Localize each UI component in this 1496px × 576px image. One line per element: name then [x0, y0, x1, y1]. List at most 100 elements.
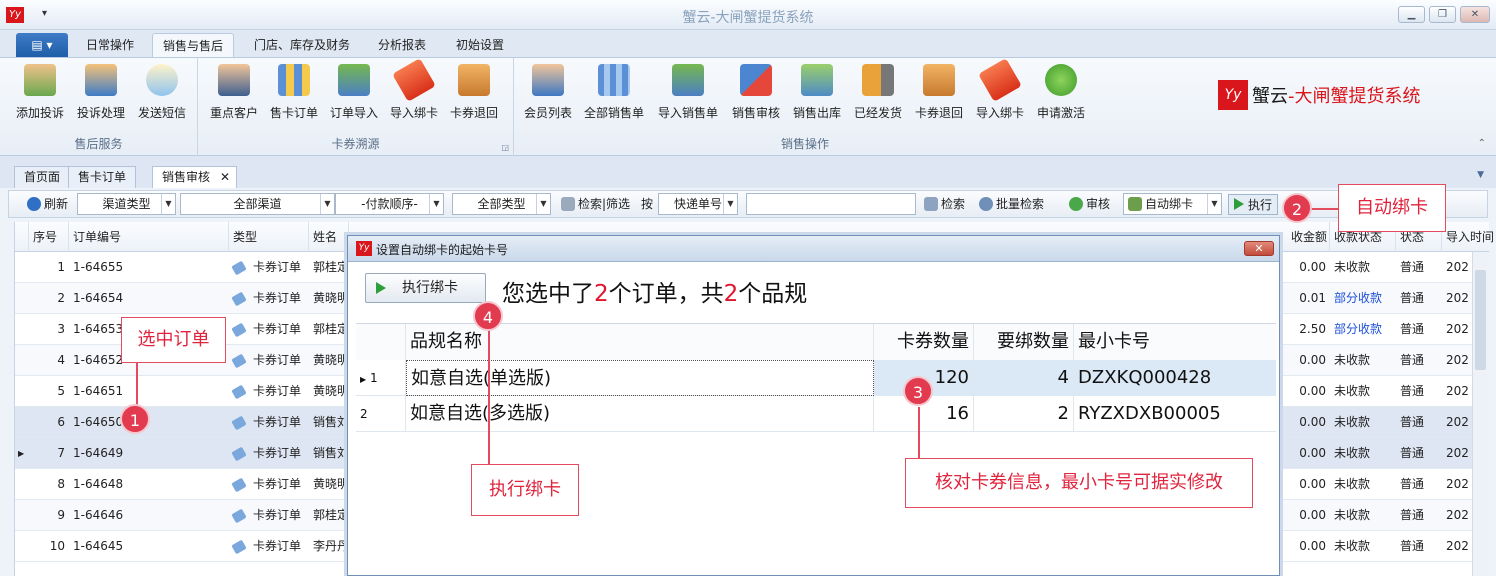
sales-outbound-button[interactable]: 销售出库: [787, 62, 847, 122]
toolbar: 刷新 渠道类型 ▼ 全部渠道 ▼ -付款顺序- ▼ 全部类型 ▼ 检索|筛选 按 快递单…: [8, 190, 1488, 218]
cell-bind-qty: 4: [974, 360, 1074, 396]
header-bind-qty[interactable]: 要绑数量: [974, 324, 1074, 360]
header-spec-name[interactable]: 品规名称: [406, 324, 874, 360]
header-seq[interactable]: 序号: [29, 222, 69, 252]
close-window-button[interactable]: ✕: [1460, 6, 1490, 23]
search-filter-button[interactable]: 检索|筛选: [561, 194, 630, 215]
collapse-ribbon-icon[interactable]: ⌃: [1478, 138, 1486, 149]
import-bind-card-button[interactable]: 导入绑卡: [384, 58, 444, 122]
play-icon: [376, 282, 386, 294]
tab-store-finance[interactable]: 门店、库存及财务: [244, 33, 360, 57]
search-input[interactable]: [746, 193, 916, 215]
cell-type: 卡券订单: [229, 531, 309, 562]
cell-status: 普通: [1400, 291, 1425, 305]
handle-complaint-button[interactable]: 投诉处理: [71, 62, 131, 122]
refresh-button[interactable]: 刷新: [27, 194, 68, 215]
cell-collect-status: 未收款: [1334, 353, 1371, 367]
chevron-down-icon: ▼: [429, 194, 443, 214]
header-name[interactable]: 姓名: [309, 222, 349, 252]
min-card-no-input[interactable]: RYZXDXB00005: [1074, 396, 1276, 432]
execute-label: 执行: [1248, 198, 1273, 212]
chat-bubble-icon: [146, 64, 178, 96]
tag-icon: [231, 539, 247, 554]
sales-audit-button[interactable]: 销售审核: [726, 62, 786, 122]
document-tabs: 首页面 售卡订单 销售审核 ✕ ▼: [0, 156, 1496, 188]
sales-card-return-button[interactable]: 卡券退回: [909, 62, 969, 122]
tab-daily[interactable]: 日常操作: [76, 33, 144, 57]
sales-import-bind-button[interactable]: 导入绑卡: [970, 58, 1030, 122]
doctab-sales-audit[interactable]: 销售审核 ✕: [152, 166, 238, 188]
doctab-home[interactable]: 首页面: [14, 166, 71, 188]
header-type[interactable]: 类型: [229, 222, 309, 252]
card-order-button[interactable]: 售卡订单: [264, 62, 324, 122]
payment-order-select[interactable]: -付款顺序- ▼: [335, 193, 444, 215]
restore-button[interactable]: ❐: [1429, 6, 1456, 23]
add-complaint-button[interactable]: 添加投诉: [10, 62, 70, 122]
key-customer-button[interactable]: 重点客户: [204, 62, 264, 122]
spec-row[interactable]: 2 如意自选(多选版) 16 2 RYZXDXB00005: [356, 396, 1276, 432]
annotation-badge-2: 2: [1282, 193, 1312, 223]
channel-type-select[interactable]: 渠道类型 ▼: [77, 193, 176, 215]
close-tab-icon[interactable]: ✕: [220, 167, 230, 187]
group-sales: 会员列表 全部销售单 导入销售单 销售审核 销售出库 已经发货 卡券退回 导入绑…: [514, 58, 1096, 156]
send-sms-button[interactable]: 发送短信: [132, 62, 192, 122]
header-import-time[interactable]: 导入时间: [1442, 222, 1494, 252]
cell-collect-status: 未收款: [1334, 384, 1371, 398]
tab-settings[interactable]: 初始设置: [446, 33, 514, 57]
execute-button[interactable]: 执行: [1228, 194, 1279, 215]
group-launcher-icon[interactable]: ◲: [501, 143, 509, 152]
header-card-qty[interactable]: 卡券数量: [874, 324, 974, 360]
header-order-no[interactable]: 订单编号: [69, 222, 229, 252]
group-aftersale: 添加投诉 投诉处理 发送短信 售后服务: [0, 58, 198, 156]
scrollbar-thumb[interactable]: [1475, 270, 1486, 370]
member-list-button[interactable]: 会员列表: [518, 62, 578, 122]
all-sales-button[interactable]: 全部销售单: [584, 62, 644, 122]
tab-reports[interactable]: 分析报表: [368, 33, 436, 57]
type-select[interactable]: 全部类型 ▼: [452, 193, 551, 215]
tab-sales-aftersale[interactable]: 销售与售后: [152, 33, 235, 57]
audit-label: 审核: [1086, 197, 1111, 211]
dialog-close-button[interactable]: ✕: [1244, 241, 1274, 256]
search-icon: [924, 197, 938, 211]
person-icon: [532, 64, 564, 96]
card-return-button[interactable]: 卡券退回: [444, 62, 504, 122]
tab-list-dropdown-icon[interactable]: ▼: [1477, 170, 1484, 180]
shipped-button[interactable]: 已经发货: [848, 62, 908, 122]
cell-import-time: 202: [1446, 539, 1469, 553]
import-sales-button[interactable]: 导入销售单: [658, 62, 718, 122]
execute-bind-button[interactable]: 执行绑卡: [365, 273, 486, 303]
tag-icon: [231, 353, 247, 368]
annotation-line: [918, 407, 920, 459]
minimize-button[interactable]: ▁: [1398, 6, 1425, 23]
chevron-down-icon: ▼: [1207, 194, 1221, 214]
zoom-icon: [979, 197, 993, 211]
cell-seq: 5: [57, 384, 65, 398]
search-button[interactable]: 检索: [924, 194, 965, 215]
audit-button[interactable]: 审核: [1069, 194, 1110, 215]
auto-bind-select[interactable]: 自动绑卡 ▼: [1123, 193, 1222, 215]
ribbon-tabs: ▤ ▾ 日常操作 销售与售后 门店、库存及财务 分析报表 初始设置: [0, 30, 1496, 57]
cell-type: 卡券订单: [229, 283, 309, 314]
search-label: 检索: [941, 197, 966, 211]
grid-scrollbar[interactable]: [1472, 252, 1488, 576]
tag-icon: [231, 508, 247, 523]
batch-search-button[interactable]: 批量检索: [979, 194, 1044, 215]
select-value: 全部类型: [477, 197, 526, 211]
cell-name: 李丹丹: [313, 539, 349, 553]
doctab-card-orders[interactable]: 售卡订单: [68, 166, 137, 188]
app-menu-button[interactable]: ▤ ▾: [16, 33, 68, 57]
apply-activation-button[interactable]: 申请激活: [1031, 62, 1091, 122]
channel-select[interactable]: 全部渠道 ▼: [180, 193, 335, 215]
header-min-card-no[interactable]: 最小卡号: [1074, 324, 1276, 360]
cell-name: 黄晓明: [313, 353, 349, 367]
eraser-icon: [740, 64, 772, 96]
cell-collect-status: 未收款: [1334, 415, 1371, 429]
header-amount[interactable]: 收金额: [1287, 222, 1330, 252]
cell-type: 卡券订单: [229, 376, 309, 407]
order-import-button[interactable]: 订单导入: [324, 62, 384, 122]
spec-row[interactable]: ▶ 1 如意自选(单选版) 120 4 DZXKQ000428: [356, 360, 1276, 396]
search-field-select[interactable]: 快递单号 ▼: [658, 193, 738, 215]
min-card-no-input[interactable]: DZXKQ000428: [1074, 360, 1276, 396]
dialog-title-bar: Yy 设置自动绑卡的起始卡号 ✕: [348, 236, 1279, 262]
brand-logo-icon: Yy: [1218, 80, 1248, 110]
